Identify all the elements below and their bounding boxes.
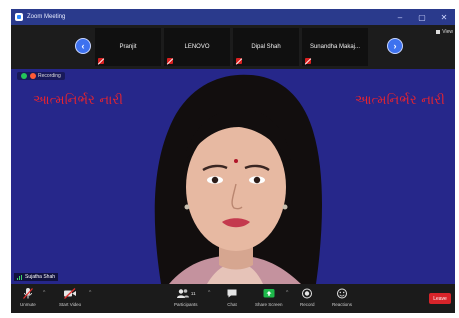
view-grid-icon <box>436 30 441 34</box>
signal-strength-icon <box>17 274 23 280</box>
video-options-caret[interactable]: ^ <box>89 290 91 296</box>
chevron-left-icon: ‹ <box>81 40 85 51</box>
minimize-button[interactable]: – <box>389 9 411 25</box>
share-screen-icon <box>262 287 276 300</box>
muted-mic-icon <box>167 58 173 64</box>
participant-tile[interactable]: Dipal Shah <box>233 28 299 66</box>
security-shield-icon <box>21 73 27 79</box>
record-icon <box>301 287 313 300</box>
close-button[interactable]: ✕ <box>433 9 455 25</box>
participants-button[interactable]: 11 Participants <box>174 287 198 307</box>
next-page-button[interactable]: › <box>387 38 403 54</box>
toolbar-label: Unmute <box>20 302 36 307</box>
leave-button[interactable]: Leave <box>429 293 451 304</box>
banner-text-left: આત્મનિર્ભર નારી <box>33 93 124 108</box>
share-options-caret[interactable]: ^ <box>286 290 288 296</box>
muted-mic-icon <box>305 58 311 64</box>
participant-strip: ‹ Pranjit LENOVO Dipal Shah Sunandha Mak… <box>11 25 455 69</box>
toolbar-label: Chat <box>227 302 237 307</box>
recording-label: Recording <box>38 73 61 79</box>
chat-icon <box>226 287 238 300</box>
toolbar-label: Start Video <box>59 302 82 307</box>
recording-dot-icon <box>30 73 36 79</box>
banner-text-right: આત્મનિર્ભર નારી <box>354 93 445 108</box>
participant-name: Pranjit <box>119 44 137 50</box>
meeting-toolbar: Unmute ^ Start Video ^ 11 Participants ^… <box>11 284 455 313</box>
audio-options-caret[interactable]: ^ <box>43 290 45 296</box>
participant-tile[interactable]: Pranjit <box>95 28 161 66</box>
toolbar-label: Record <box>300 302 315 307</box>
toolbar-label: Reactions <box>332 302 353 307</box>
muted-mic-icon <box>236 58 242 64</box>
unmute-button[interactable]: Unmute <box>20 287 36 307</box>
active-speaker-video[interactable]: Recording આત્મનિર્ભર નારી આત્મનિર્ભર નાર… <box>11 69 455 284</box>
maximize-button[interactable]: ▢ <box>411 9 433 25</box>
window-title: Zoom Meeting <box>27 14 66 20</box>
zoom-window: Zoom Meeting – ▢ ✕ ‹ Pranjit LENOVO Dipa… <box>11 9 455 313</box>
title-bar: Zoom Meeting – ▢ ✕ <box>11 9 455 25</box>
view-button[interactable]: View <box>436 29 453 35</box>
recording-indicator[interactable]: Recording <box>17 72 65 80</box>
previous-page-button[interactable]: ‹ <box>75 38 91 54</box>
zoom-app-icon <box>15 13 23 21</box>
speaker-name: Sujatha Shah <box>25 274 56 280</box>
chat-button[interactable]: Chat <box>226 287 238 307</box>
microphone-muted-icon <box>22 287 34 300</box>
video-off-icon <box>63 287 77 300</box>
share-screen-button[interactable]: Share Screen <box>255 287 283 307</box>
participants-icon: 11 <box>176 287 196 300</box>
participants-options-caret[interactable]: ^ <box>208 290 210 296</box>
start-video-button[interactable]: Start Video <box>59 287 81 307</box>
toolbar-label: Share Screen <box>255 302 283 307</box>
muted-mic-icon <box>98 58 104 64</box>
chevron-right-icon: › <box>393 40 397 51</box>
window-controls: – ▢ ✕ <box>389 9 455 25</box>
reactions-button[interactable]: Reactions <box>332 287 352 307</box>
reactions-icon <box>336 287 348 300</box>
participant-tile[interactable]: Sunandha Makaj... <box>302 28 368 66</box>
view-label: View <box>442 29 453 35</box>
participant-name: Dipal Shah <box>251 44 281 50</box>
participant-count: 11 <box>190 291 196 296</box>
participant-name: LENOVO <box>184 44 210 50</box>
record-button[interactable]: Record <box>300 287 315 307</box>
participant-tile[interactable]: LENOVO <box>164 28 230 66</box>
participant-name: Sunandha Makaj... <box>309 44 361 50</box>
speaker-name-tag: Sujatha Shah <box>14 273 59 281</box>
toolbar-label: Participants <box>174 302 198 307</box>
